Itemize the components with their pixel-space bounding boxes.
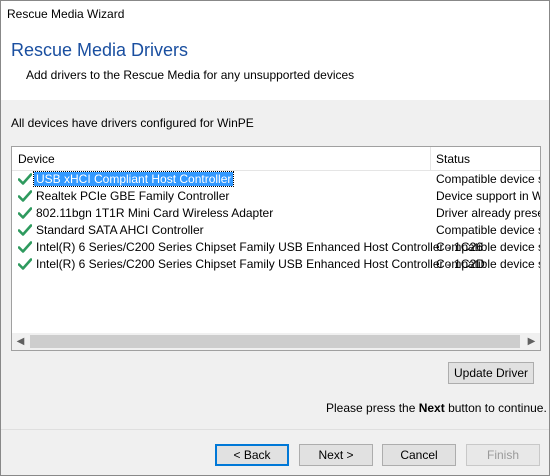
column-divider[interactable] [430, 147, 431, 171]
table-row[interactable]: 802.11bgn 1T1R Mini Card Wireless Adapte… [12, 205, 540, 222]
footer-divider [1, 429, 549, 430]
device-list[interactable]: Device Status USB xHCI Compliant Host Co… [11, 146, 541, 351]
table-row[interactable]: Realtek PCIe GBE Family Controller Device… [12, 188, 540, 205]
cancel-button[interactable]: Cancel [382, 444, 456, 466]
title-bar[interactable]: Rescue Media Wizard [1, 1, 549, 28]
window-title: Rescue Media Wizard [7, 7, 125, 21]
green-check-icon [17, 241, 33, 253]
hint-suffix: button to continue. [444, 401, 547, 415]
update-driver-button[interactable]: Update Driver [448, 362, 534, 384]
device-name: Realtek PCIe GBE Family Controller [36, 189, 230, 203]
device-name: Intel(R) 6 Series/C200 Series Chipset Fa… [36, 257, 485, 271]
device-name: USB xHCI Compliant Host Controller [32, 171, 235, 187]
green-check-icon [17, 258, 33, 270]
device-rows: USB xHCI Compliant Host Controller Compat… [12, 171, 540, 273]
status-message: All devices have drivers configured for … [11, 116, 254, 130]
device-name: 802.11bgn 1T1R Mini Card Wireless Adapte… [36, 206, 274, 220]
green-check-icon [17, 173, 33, 185]
table-row[interactable]: Intel(R) 6 Series/C200 Series Chipset Fa… [12, 239, 540, 256]
device-name: Intel(R) 6 Series/C200 Series Chipset Fa… [36, 240, 483, 254]
page-subtitle: Add drivers to the Rescue Media for any … [26, 68, 355, 82]
table-row[interactable]: Intel(R) 6 Series/C200 Series Chipset Fa… [12, 256, 540, 273]
device-status: Compatible device su [436, 240, 540, 254]
device-status: Device support in W [436, 189, 540, 203]
scroll-right-icon[interactable]: ▶ [523, 333, 540, 350]
horizontal-scrollbar[interactable]: ◀ ▶ [12, 333, 540, 350]
hint-prefix: Please press the [326, 401, 419, 415]
column-header-status[interactable]: Status [436, 152, 470, 166]
rescue-media-wizard-window: Rescue Media Wizard Rescue Media Drivers… [0, 0, 550, 476]
continue-hint: Please press the Next button to continue… [326, 401, 547, 415]
wizard-header: Rescue Media Drivers Add drivers to the … [1, 28, 549, 100]
hint-next-word: Next [418, 401, 445, 415]
green-check-icon [17, 207, 33, 219]
green-check-icon [17, 224, 33, 236]
table-row[interactable]: USB xHCI Compliant Host Controller Compat… [12, 171, 540, 188]
list-header: Device Status [12, 147, 540, 171]
device-status: Compatible device su [436, 257, 540, 271]
device-status: Driver already prese [436, 206, 540, 220]
device-status: Compatible device su [436, 172, 540, 186]
page-title: Rescue Media Drivers [11, 40, 189, 60]
next-button[interactable]: Next > [299, 444, 373, 466]
table-row[interactable]: Standard SATA AHCI Controller Compatible … [12, 222, 540, 239]
device-name: Standard SATA AHCI Controller [36, 223, 204, 237]
green-check-icon [17, 190, 33, 202]
back-button[interactable]: < Back [215, 444, 289, 466]
scroll-thumb[interactable] [30, 335, 520, 348]
column-header-device[interactable]: Device [18, 152, 55, 166]
scroll-left-icon[interactable]: ◀ [12, 333, 29, 350]
finish-button[interactable]: Finish [466, 444, 540, 466]
device-status: Compatible device su [436, 223, 540, 237]
